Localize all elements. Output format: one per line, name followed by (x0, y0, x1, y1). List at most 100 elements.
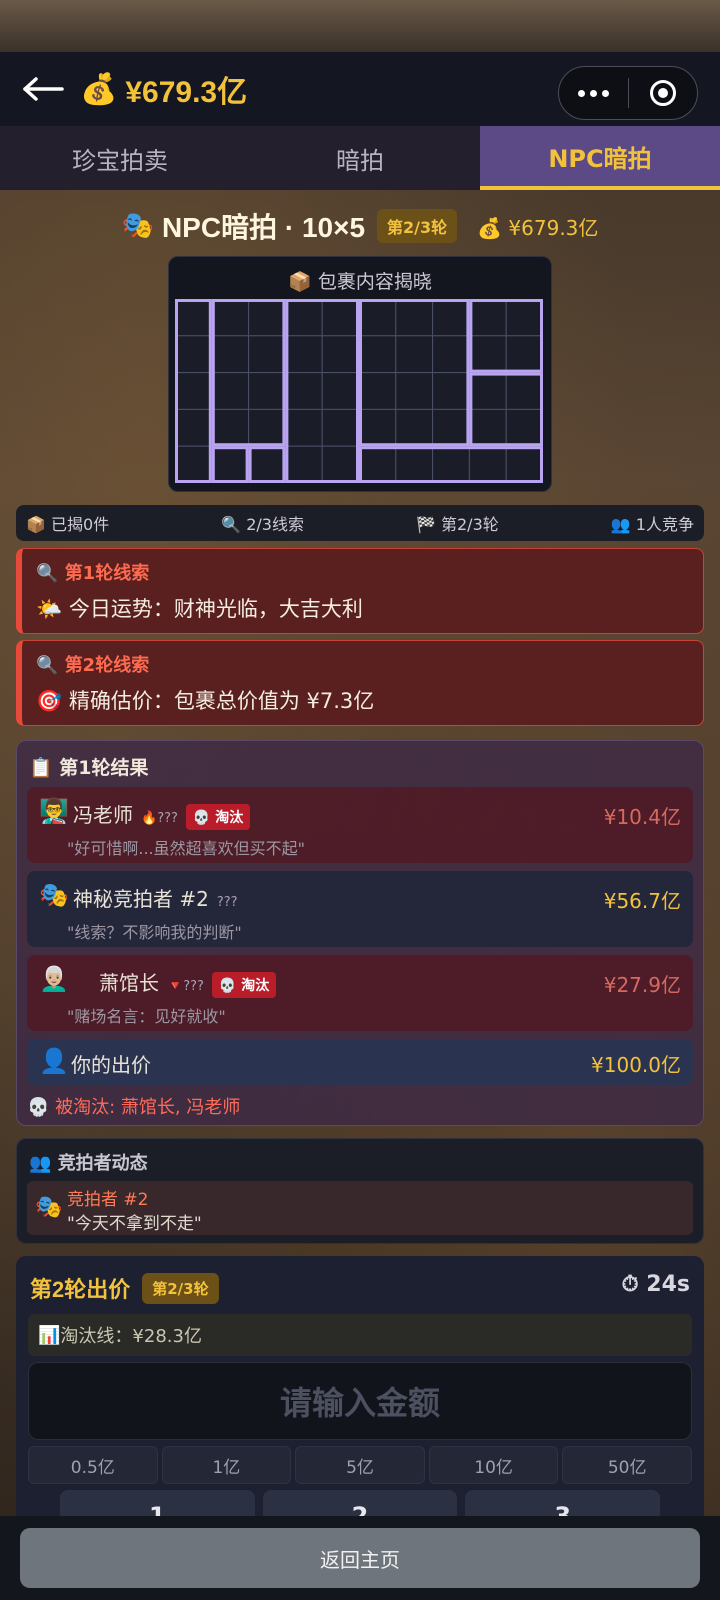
target-icon (649, 80, 676, 106)
grid-cell (211, 445, 250, 483)
tab-blind-auction[interactable]: 暗拍 (240, 126, 480, 190)
tab-treasure-auction[interactable]: 珍宝拍卖 (0, 126, 240, 190)
package-grid (175, 299, 543, 483)
auction-title-row: 🎭 NPC暗拍 · 10×5 第2/3轮 💰 ¥679.3亿 (0, 206, 720, 246)
theater-mask-icon: 🎭 (121, 211, 154, 241)
grid-cell (395, 299, 434, 337)
grid-cell (284, 299, 323, 337)
grid-cell (321, 335, 360, 374)
grid-cell (248, 335, 286, 374)
result-title: 📋 第1轮结果 (29, 753, 149, 780)
mini-program-capsule (558, 66, 698, 120)
skull-icon: 💀 (192, 809, 216, 826)
top-status-background (0, 0, 720, 52)
back-button[interactable] (22, 69, 66, 109)
grid-cell (505, 445, 543, 483)
bidder-tag: ??? (216, 895, 238, 910)
bar-chart-icon: 📊 (38, 1324, 61, 1346)
clue-title: 🔍 第1轮线索 (36, 559, 689, 585)
users-icon: 👥 (29, 1153, 58, 1174)
eliminated-badge: 💀 淘汰 (185, 803, 251, 830)
bidder-quote: "好可惜啊...虽然超喜欢但买不起" (67, 839, 305, 858)
countdown-timer: ⏱ 24s (621, 1272, 690, 1297)
quick-amount-button[interactable]: 5亿 (295, 1446, 425, 1484)
clues-stat: 🔍 2/3线索 (221, 511, 304, 535)
money-bag-icon: 💰 (477, 215, 509, 240)
magnifier-icon: 🔍 (221, 515, 247, 534)
grid-cell (358, 335, 397, 374)
grid-cell (505, 372, 543, 410)
grid-cell (395, 408, 434, 447)
grid-cell (211, 299, 250, 337)
package-title: 📦 包裹内容揭晓 (169, 267, 551, 294)
grid-cell (321, 299, 360, 337)
round-result-panel: 📋 第1轮结果 👨‍🏫 冯老师 🔥??? 💀 淘汰 ¥10.4亿 "好可惜啊...虽… (16, 740, 704, 1126)
quick-amount-button[interactable]: 50亿 (562, 1446, 692, 1484)
grid-cell (432, 372, 470, 410)
clue-text: 🌤️ 今日运势：财神光临，大吉大利 (36, 593, 689, 623)
fire-icon: 🔥 (141, 811, 158, 826)
quick-amount-button[interactable]: 0.5亿 (28, 1446, 158, 1484)
round-badge: 第2/3轮 (142, 1272, 219, 1304)
eliminated-badge: 💀 淘汰 (211, 971, 277, 998)
bidder-name: 萧馆长 🔻??? 💀 淘汰 (99, 967, 277, 998)
bid-panel: 第2轮出价 第2/3轮 ⏱ 24s 📊 淘汰线：¥28.3亿 请输入金额 0.5… (16, 1256, 704, 1530)
grid-cell (248, 372, 286, 410)
dynamics-title: 👥 竞拍者动态 (29, 1149, 148, 1175)
header-balance: ¥679.3亿 (125, 76, 248, 109)
grid-cell (358, 408, 397, 447)
clue-card: 🔍 第1轮线索 🌤️ 今日运势：财神光临，大吉大利 (16, 548, 704, 634)
bid-price: ¥10.4亿 (603, 805, 681, 829)
dynamics-title-text: 竞拍者动态 (57, 1153, 148, 1174)
grid-cell (211, 408, 250, 447)
curator-avatar-icon: 👨🏼‍🦳 (39, 965, 69, 993)
return-home-button[interactable]: 返回主页 (20, 1528, 700, 1588)
grid-cell (248, 408, 286, 447)
grid-cell (248, 445, 286, 483)
countdown-value: 24s (646, 1272, 690, 1297)
your-bid-label: 你的出价 (71, 1053, 151, 1077)
grid-cell (175, 372, 213, 410)
clue-title-text: 第1轮线索 (64, 563, 150, 584)
grid-cell (284, 335, 323, 374)
gem-icon: 🔻 (167, 979, 184, 994)
competitor-stat: 👥 1人竞争 (611, 511, 694, 535)
package-icon: 📦 (26, 515, 52, 534)
quick-amount-button[interactable]: 1亿 (161, 1446, 292, 1484)
amount-input[interactable]: 请输入金额 (28, 1362, 692, 1440)
your-bid-price: ¥100.0亿 (591, 1053, 681, 1077)
magnifier-icon: 🔍 (36, 655, 65, 676)
bidder-name: 神秘竞拍者 #2??? (73, 883, 238, 912)
round-badge: 第2/3轮 (377, 209, 458, 243)
skull-icon: 💀 (218, 977, 242, 994)
grid-cell (468, 408, 507, 447)
close-button[interactable] (629, 67, 698, 119)
threshold-text: 淘汰线：¥28.3亿 (60, 1326, 202, 1347)
theater-mask-icon: 🎭 (35, 1195, 63, 1220)
grid-cell (175, 445, 213, 483)
package-icon: 📦 (288, 271, 318, 293)
grid-cell (432, 299, 470, 337)
footer-bar: 返回主页 (0, 1516, 720, 1600)
bid-price: ¥27.9亿 (603, 973, 681, 997)
bid-price: ¥56.7亿 (603, 889, 681, 913)
grid-cell (321, 372, 360, 410)
revealed-stat: 📦 已揭0件 (26, 511, 109, 535)
result-title-text: 第1轮结果 (59, 757, 149, 779)
stopwatch-icon: ⏱ (621, 1272, 647, 1297)
bidder-tag-text: ??? (157, 811, 178, 826)
your-bid-row: 👤 你的出价 ¥100.0亿 (27, 1039, 693, 1085)
tab-bar: 珍宝拍卖 暗拍 NPC暗拍 (0, 126, 720, 190)
quick-amount-button[interactable]: 10亿 (428, 1446, 559, 1484)
grid-cell (284, 445, 323, 483)
grid-cell (175, 408, 213, 447)
grid-cell (358, 299, 397, 337)
tab-npc-blind-auction[interactable]: NPC暗拍 (480, 126, 720, 190)
bidder-name-text: 萧馆长 (99, 971, 159, 995)
skull-icon: 💀 (27, 1097, 56, 1118)
round-stat: 🏁 第2/3轮 (416, 511, 499, 535)
more-dots-icon (577, 89, 609, 97)
grid-cell (211, 335, 250, 374)
grid-cell (358, 372, 397, 410)
more-button[interactable] (559, 67, 628, 119)
